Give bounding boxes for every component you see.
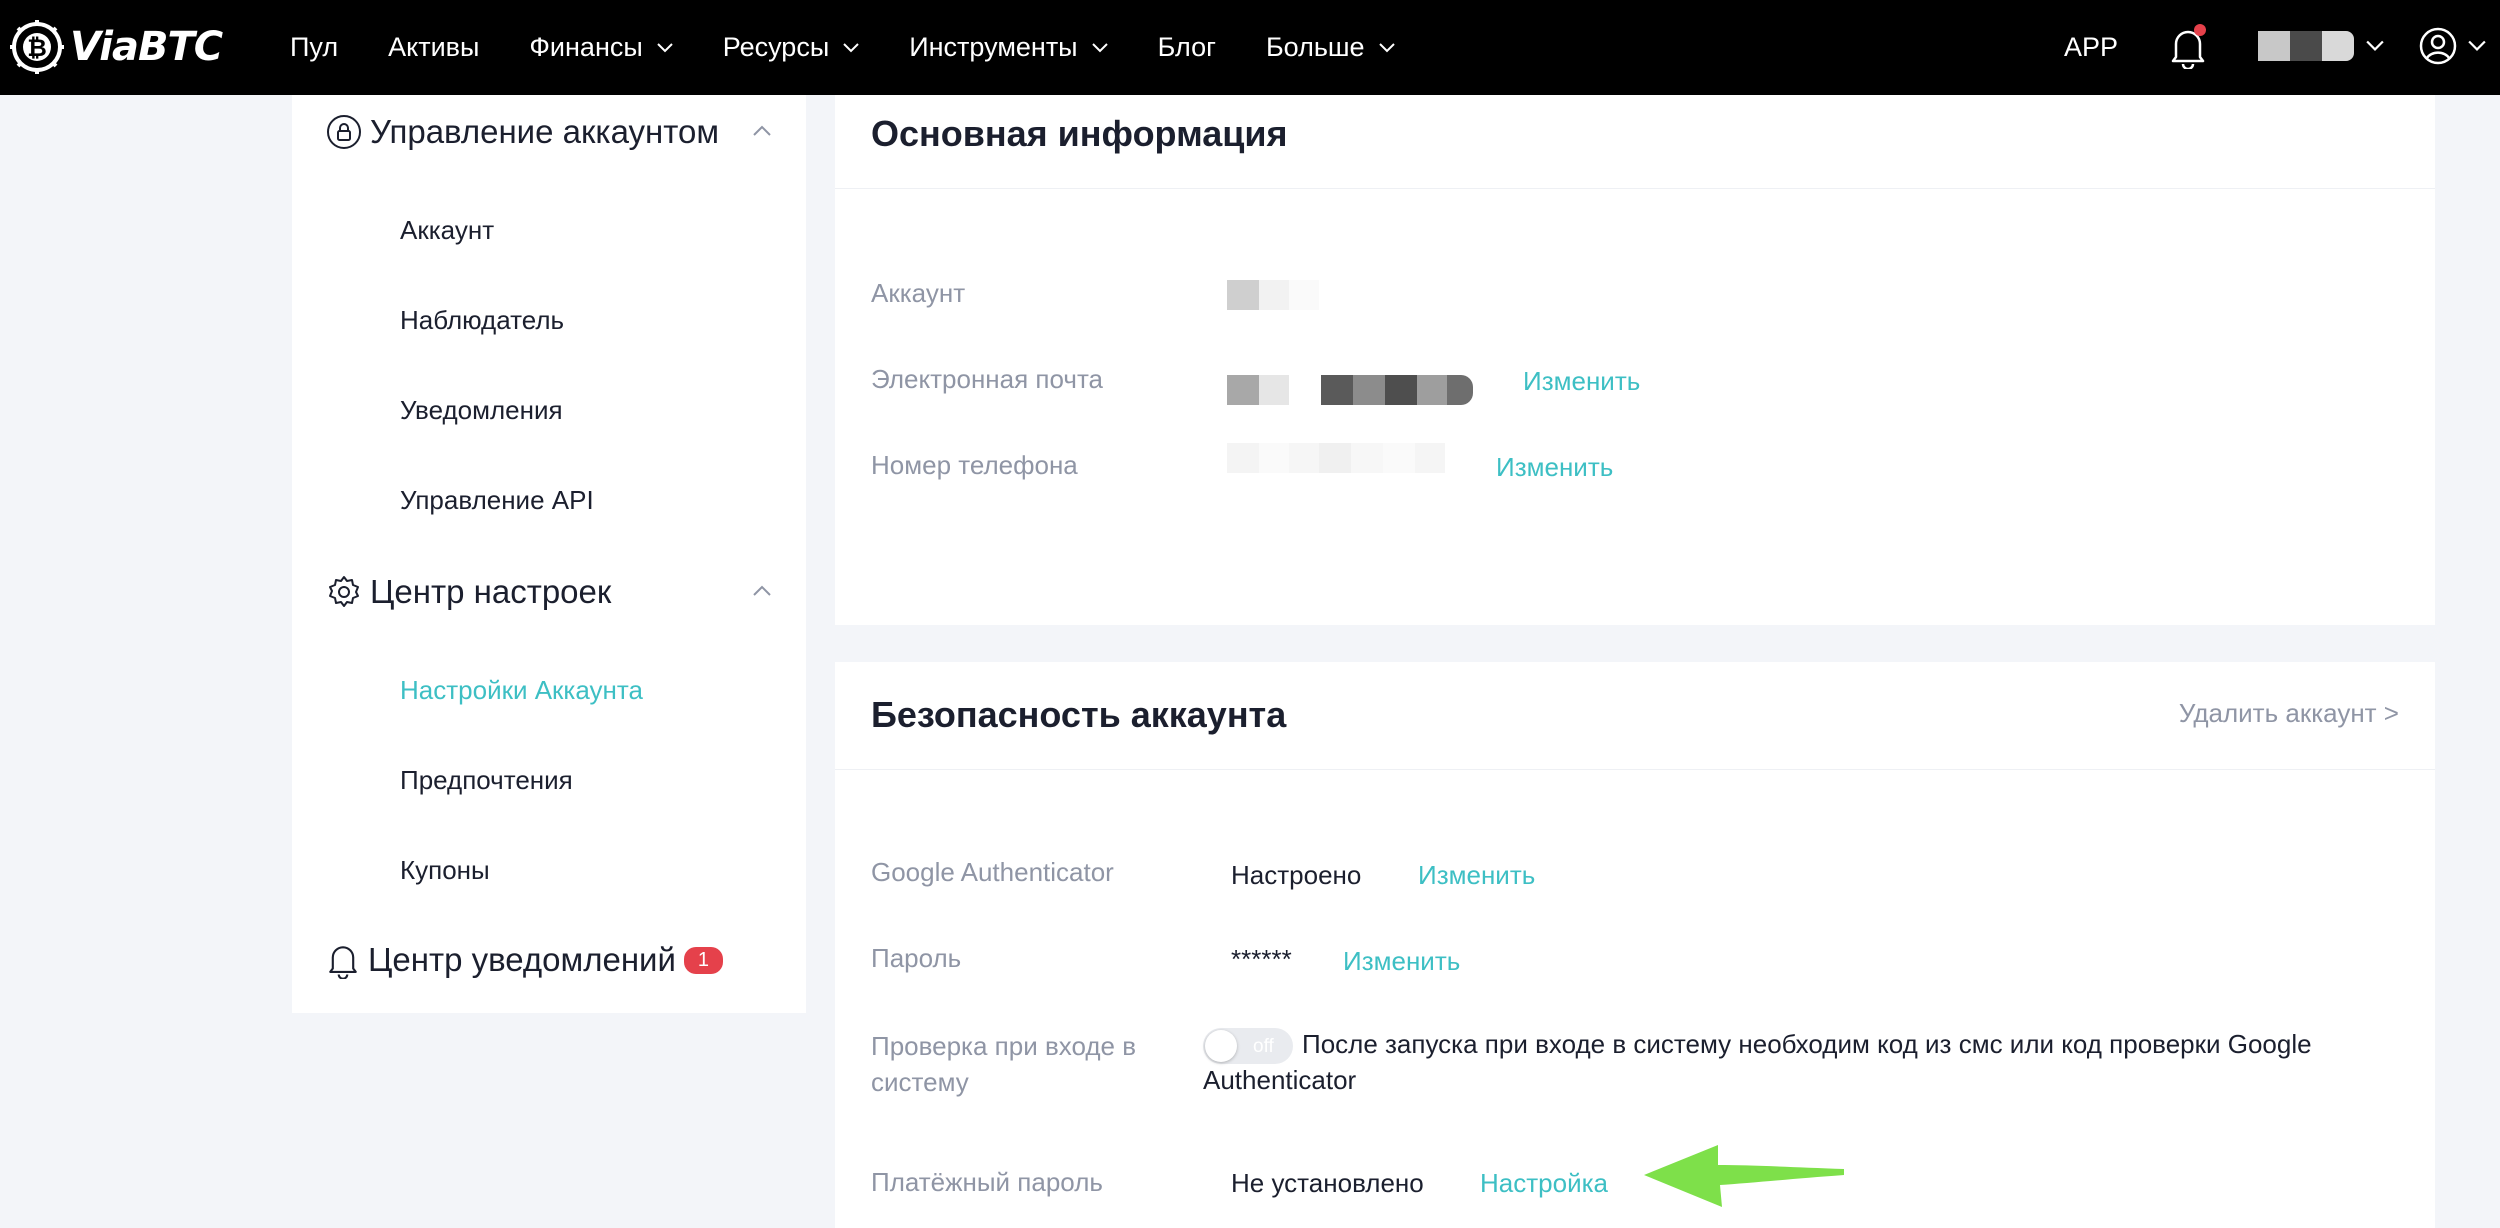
account-security-title: Безопасность аккаунта (871, 694, 1287, 735)
notifications-button[interactable] (2168, 24, 2208, 71)
chevron-down-icon (2366, 40, 2384, 51)
setup-payment-password-link[interactable]: Настройка (1480, 1168, 1608, 1199)
login-check-label: Проверка при входе в систему (871, 1031, 1137, 1097)
change-email-link[interactable]: Изменить (1523, 366, 1640, 397)
brand-name: ViaBTC (70, 24, 223, 70)
bell-icon (329, 946, 357, 979)
masked-account-value (1227, 280, 1319, 310)
main-nav: Пул Активы Финансы Ресурсы Инструменты Б… (290, 0, 1445, 95)
payment-password-label: Платёжный пароль (871, 1167, 1103, 1197)
bitcoin-logo-icon: ₿ (10, 20, 64, 74)
login-check-toggle[interactable]: off (1203, 1028, 1293, 1064)
sidebar-group-settings-center[interactable]: Центр настроек (326, 573, 611, 611)
toggle-state: off (1253, 1036, 1274, 1057)
user-menu-button[interactable] (2418, 26, 2486, 66)
change-password-link[interactable]: Изменить (1343, 946, 1460, 977)
nav-label: Инструменты (909, 32, 1078, 62)
nav-item-blog[interactable]: Блог (1158, 32, 1216, 63)
sidebar-item-preferences[interactable]: Предпочтения (400, 765, 573, 796)
nav-label: Пул (290, 32, 339, 62)
password-value: ****** (1231, 944, 1292, 974)
notification-dot (2194, 24, 2206, 36)
password-label: Пароль (871, 943, 962, 973)
chevron-down-icon (1378, 42, 1395, 52)
gear-icon (329, 576, 359, 607)
sidebar-group-title: Центр уведомлений (368, 941, 676, 978)
sidebar: Управление аккаунтом Аккаунт Наблюдатель… (292, 95, 806, 1013)
account-label: Аккаунт (871, 278, 966, 308)
nav-item-more[interactable]: Больше (1266, 32, 1395, 63)
nav-label: Блог (1157, 32, 1216, 62)
nav-item-finance[interactable]: Финансы (529, 32, 673, 63)
chevron-down-icon (657, 42, 673, 52)
change-phone-link[interactable]: Изменить (1496, 452, 1613, 483)
sidebar-group-title: Управление аккаунтом (370, 113, 720, 150)
sidebar-item-notifications[interactable]: Уведомления (400, 395, 563, 426)
basic-info-title: Основная информация (871, 113, 1288, 154)
unread-count-badge: 1 (683, 946, 724, 974)
chevron-up-icon[interactable] (752, 125, 772, 137)
nav-label: Ресурсы (722, 32, 830, 62)
user-circle-icon (2419, 27, 2457, 65)
sidebar-group-notification-center[interactable]: Центр уведомлений 1 (326, 941, 724, 979)
masked-pixel (2322, 31, 2354, 61)
account-selector[interactable] (2258, 31, 2384, 61)
lock-icon (327, 115, 361, 149)
nav-label: Больше (1265, 32, 1365, 62)
masked-email-value (1227, 375, 1473, 405)
login-check-description: После запуска при входе в систему необхо… (1203, 1029, 2312, 1095)
google-auth-status: Настроено (1231, 860, 1362, 890)
nav-item-resources[interactable]: Ресурсы (723, 32, 859, 63)
email-label: Электронная почта (871, 364, 1104, 394)
phone-label: Номер телефона (871, 450, 1078, 480)
svg-text:₿: ₿ (27, 34, 47, 62)
nav-item-pool[interactable]: Пул (290, 32, 338, 63)
divider (835, 769, 2435, 770)
nav-label: Активы (388, 32, 480, 62)
app-download-link[interactable]: APP (2064, 0, 2118, 95)
google-auth-label: Google Authenticator (871, 857, 1114, 887)
sidebar-item-coupons[interactable]: Купоны (400, 855, 490, 886)
masked-pixel (2258, 31, 2290, 61)
divider (835, 188, 2435, 189)
payment-password-status: Не установлено (1231, 1168, 1424, 1198)
annotation-arrow-icon (1644, 1145, 1844, 1207)
nav-item-tools[interactable]: Инструменты (909, 32, 1108, 63)
masked-phone-value (1227, 443, 1445, 473)
sidebar-item-observer[interactable]: Наблюдатель (400, 305, 564, 336)
masked-pixel (2290, 31, 2322, 61)
sidebar-group-title: Центр настроек (370, 573, 612, 610)
sidebar-item-account[interactable]: Аккаунт (400, 215, 494, 246)
nav-item-assets[interactable]: Активы (388, 32, 479, 63)
chevron-up-icon[interactable] (752, 585, 772, 597)
viabtc-logo[interactable]: ₿ ViaBTC (10, 12, 223, 82)
basic-info-card: Основная информация Аккаунт Электронная … (835, 95, 2435, 625)
change-google-auth-link[interactable]: Изменить (1418, 860, 1535, 891)
account-security-card: Безопасность аккаунта Удалить аккаунт > … (835, 662, 2435, 1228)
chevron-down-icon (2468, 40, 2486, 51)
toggle-knob (1205, 1030, 1237, 1062)
chevron-down-icon (1091, 42, 1108, 52)
sidebar-item-account-settings[interactable]: Настройки Аккаунта (400, 675, 643, 706)
nav-label: Финансы (529, 32, 643, 62)
chevron-down-icon (843, 42, 859, 52)
sidebar-group-account-management[interactable]: Управление аккаунтом (326, 113, 719, 151)
top-navigation-bar: ₿ ViaBTC Пул Активы Финансы Ресурсы Инст… (0, 0, 2500, 95)
sidebar-item-api-management[interactable]: Управление API (400, 485, 594, 516)
delete-account-link[interactable]: Удалить аккаунт > (2179, 698, 2399, 729)
